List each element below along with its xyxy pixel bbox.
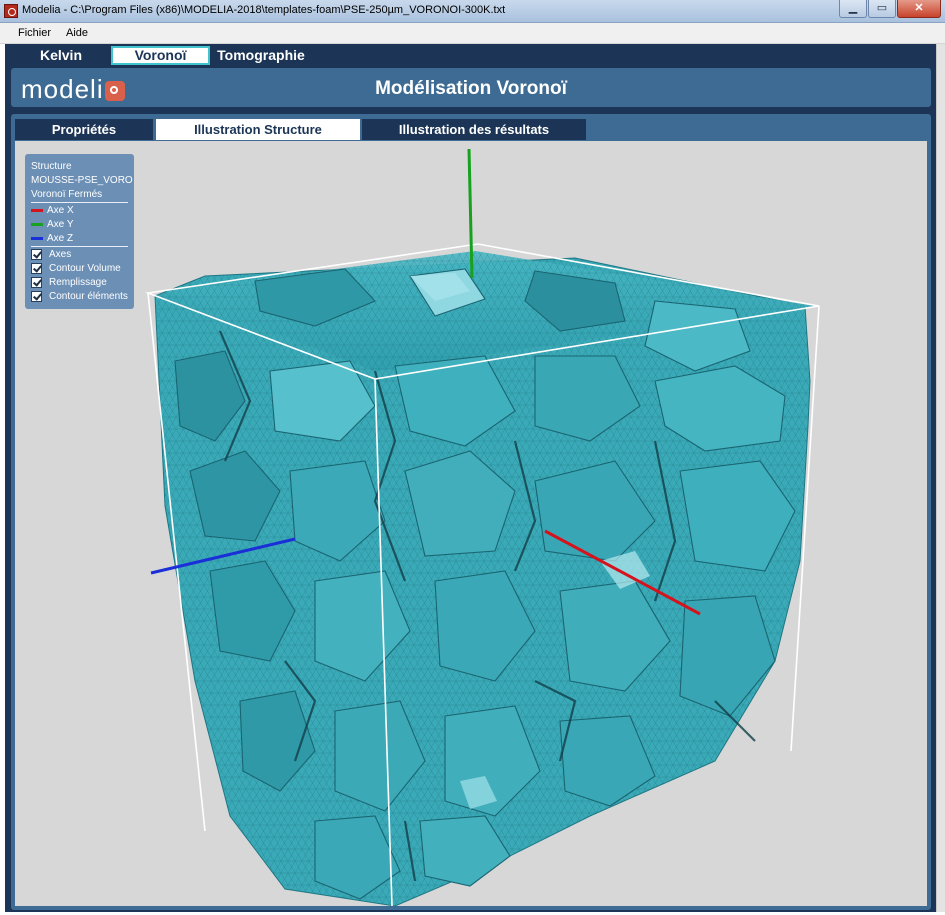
- menu-bar: Fichier Aide: [0, 23, 945, 44]
- legend-structure-label: Structure: [31, 161, 72, 172]
- legend-axis-y: Axe Y: [47, 219, 74, 230]
- axis-y-swatch: [31, 223, 43, 226]
- legend-separator: [31, 246, 128, 247]
- structure-legend: Structure MOUSSE-PSE_VORO Voronoï Fermés…: [25, 154, 134, 309]
- checkbox-contour-elements[interactable]: [31, 291, 42, 302]
- axis-x-swatch: [31, 209, 43, 212]
- legend-structure-type: Voronoï Fermés: [31, 189, 103, 200]
- legend-axis-z: Axe Z: [47, 233, 74, 244]
- window-controls: ▁ ▭ ✕: [838, 0, 941, 18]
- checkbox-remplissage[interactable]: [31, 277, 42, 288]
- tab-illustration-resultats[interactable]: Illustration des résultats: [362, 119, 586, 140]
- window-title: Modelia - C:\Program Files (x86)\MODELIA…: [22, 4, 506, 16]
- tab-tomographie[interactable]: Tomographie: [212, 46, 310, 65]
- checkbox-contour-volume-label: Contour Volume: [49, 263, 121, 274]
- axis-z-swatch: [31, 237, 43, 240]
- minimize-button[interactable]: ▁: [839, 0, 867, 18]
- checkbox-axes[interactable]: [31, 249, 42, 260]
- 3d-viewport[interactable]: Structure MOUSSE-PSE_VORO Voronoï Fermés…: [15, 141, 927, 906]
- foam-body: [154, 251, 815, 906]
- page-header: modeli Modélisation Voronoï: [11, 68, 931, 107]
- menu-item-aide[interactable]: Aide: [66, 27, 88, 39]
- checkbox-contour-elements-label: Contour éléments: [49, 291, 128, 302]
- tab-kelvin[interactable]: Kelvin: [25, 46, 97, 65]
- maximize-button[interactable]: ▭: [868, 0, 896, 18]
- page-title: Modélisation Voronoï: [375, 78, 567, 99]
- legend-separator: [31, 202, 128, 203]
- checkbox-contour-volume[interactable]: [31, 263, 42, 274]
- legend-structure-name: MOUSSE-PSE_VORO: [31, 175, 133, 186]
- menu-item-fichier[interactable]: Fichier: [18, 27, 51, 39]
- checkbox-remplissage-label: Remplissage: [49, 277, 107, 288]
- vertical-scrollbar[interactable]: [936, 44, 945, 912]
- legend-axis-x: Axe X: [47, 205, 74, 216]
- checkbox-axes-label: Axes: [49, 249, 72, 260]
- tab-voronoi[interactable]: Voronoï: [111, 46, 210, 65]
- app-area: Kelvin Voronoï Tomographie modeli Modéli…: [5, 44, 936, 912]
- app-logo-icon: [4, 4, 18, 18]
- tab-proprietes[interactable]: Propriétés: [15, 119, 153, 140]
- close-button[interactable]: ✕: [897, 0, 941, 18]
- main-panel: Propriétés Illustration Structure Illust…: [11, 114, 931, 910]
- tab-illustration-structure[interactable]: Illustration Structure: [156, 119, 360, 140]
- voronoi-foam-render: [144, 148, 820, 906]
- window-titlebar: Modelia - C:\Program Files (x86)\MODELIA…: [0, 0, 945, 23]
